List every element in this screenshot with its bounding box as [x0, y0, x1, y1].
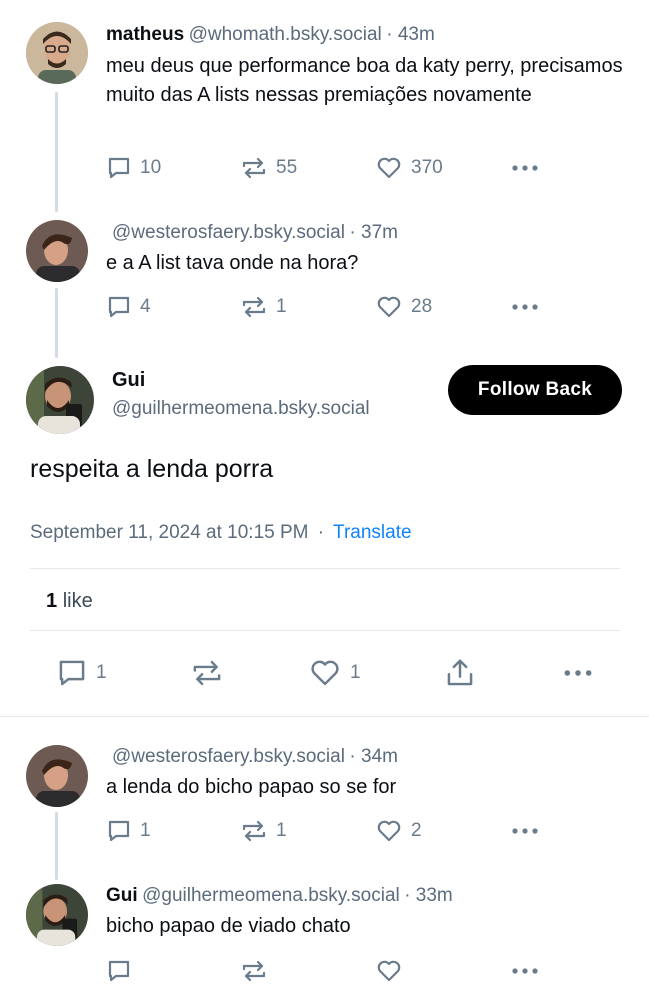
heart-icon: [377, 820, 401, 842]
post-text: bicho papao de viado chato: [106, 915, 351, 937]
repost-icon: [242, 960, 266, 982]
repost-button[interactable]: [190, 657, 224, 689]
reply-count: 10: [140, 157, 162, 178]
avatar-image: [26, 745, 88, 807]
thread-line: [55, 92, 58, 212]
repost-icon: [242, 157, 266, 179]
repost-button[interactable]: [240, 958, 268, 984]
likes-label: like: [62, 590, 93, 612]
like-button[interactable]: 1: [308, 657, 361, 689]
divider: [30, 630, 620, 631]
thread-line: [55, 288, 58, 358]
reply-count: 1: [96, 662, 107, 683]
post-time: · 43m: [386, 24, 435, 45]
author-handle[interactable]: @guilhermeomena.bsky.social: [142, 885, 400, 906]
author-handle[interactable]: @whomath.bsky.social: [189, 24, 382, 45]
author-name[interactable]: matheus: [106, 24, 184, 45]
more-icon: [512, 968, 538, 974]
repost-count: 55: [276, 157, 298, 178]
reply-icon: [108, 960, 130, 982]
repost-button[interactable]: 55: [240, 155, 297, 181]
post-header: @westerosfaery.bsky.social · 34m: [112, 746, 398, 768]
more-icon: [512, 828, 538, 834]
more-options-button[interactable]: [510, 294, 540, 320]
thread-line: [55, 812, 58, 880]
avatar-image: [26, 22, 88, 84]
post-header: matheus @whomath.bsky.social · 43m: [106, 24, 435, 46]
repost-count: 1: [276, 820, 287, 841]
repost-button[interactable]: 1: [240, 818, 287, 844]
repost-count: 1: [276, 296, 287, 317]
repost-icon: [193, 660, 221, 686]
author-handle[interactable]: @westerosfaery.bsky.social: [112, 222, 345, 243]
like-button[interactable]: [375, 958, 403, 984]
reply-button[interactable]: 1: [56, 657, 107, 689]
like-button[interactable]: 28: [375, 294, 432, 320]
post-time: · 37m: [349, 222, 398, 243]
reply-icon: [108, 296, 130, 318]
translate-link[interactable]: Translate: [333, 522, 412, 543]
author-name[interactable]: Gui: [106, 885, 138, 906]
heart-icon: [377, 157, 401, 179]
reply-button[interactable]: 10: [106, 155, 161, 181]
author-handle[interactable]: @guilhermeomena.bsky.social: [112, 398, 370, 420]
post-header: Gui @guilhermeomena.bsky.social · 33m: [106, 885, 453, 907]
avatar-image: [26, 884, 88, 946]
follow-back-button[interactable]: Follow Back: [448, 365, 622, 415]
more-icon: [512, 304, 538, 310]
reply-icon: [108, 157, 130, 179]
heart-icon: [311, 660, 339, 686]
more-options-button[interactable]: [562, 659, 594, 687]
post-time: · 33m: [404, 885, 453, 906]
reply-count: 1: [140, 820, 151, 841]
like-button[interactable]: 2: [375, 818, 422, 844]
reply-button[interactable]: [106, 958, 132, 984]
avatar[interactable]: [26, 366, 94, 434]
share-icon: [447, 659, 473, 686]
like-button[interactable]: 370: [375, 155, 443, 181]
post-meta: September 11, 2024 at 10:15 PM · Transla…: [30, 522, 412, 544]
reply-count: 4: [140, 296, 151, 317]
heart-icon: [377, 960, 401, 982]
repost-button[interactable]: 1: [240, 294, 287, 320]
share-button[interactable]: [444, 657, 476, 689]
more-options-button[interactable]: [510, 155, 540, 181]
reply-button[interactable]: 1: [106, 818, 151, 844]
heart-icon: [377, 296, 401, 318]
post-text: e a A list tava onde na hora?: [106, 252, 359, 274]
more-icon: [564, 670, 592, 676]
post-time: · 34m: [349, 746, 398, 767]
avatar[interactable]: [26, 745, 88, 807]
likes-summary[interactable]: 1 like: [46, 590, 93, 613]
likes-total: 1: [46, 590, 58, 612]
post-date: September 11, 2024 at 10:15 PM: [30, 522, 309, 543]
reply-icon: [59, 660, 85, 686]
avatar[interactable]: [26, 884, 88, 946]
more-options-button[interactable]: [510, 958, 540, 984]
reply-icon: [108, 820, 130, 842]
repost-icon: [242, 820, 266, 842]
reply-button[interactable]: 4: [106, 294, 151, 320]
avatar[interactable]: [26, 220, 88, 282]
avatar-image: [26, 366, 94, 434]
repost-icon: [242, 296, 266, 318]
more-icon: [512, 165, 538, 171]
author-name[interactable]: Gui: [112, 369, 145, 392]
post-text: a lenda do bicho papao so se for: [106, 776, 397, 798]
like-count: 370: [411, 157, 443, 178]
post-header: @westerosfaery.bsky.social · 37m: [112, 222, 398, 244]
avatar[interactable]: [26, 22, 88, 84]
post-text: respeita a lenda porra: [30, 455, 274, 483]
avatar-image: [26, 220, 88, 282]
post-text: meu deus que performance boa da katy per…: [106, 55, 623, 106]
meta-separator: ·: [317, 522, 325, 543]
like-count: 28: [411, 296, 433, 317]
like-count: 1: [350, 662, 361, 683]
divider: [30, 568, 620, 569]
like-count: 2: [411, 820, 422, 841]
divider: [0, 716, 649, 717]
author-handle[interactable]: @westerosfaery.bsky.social: [112, 746, 345, 767]
more-options-button[interactable]: [510, 818, 540, 844]
